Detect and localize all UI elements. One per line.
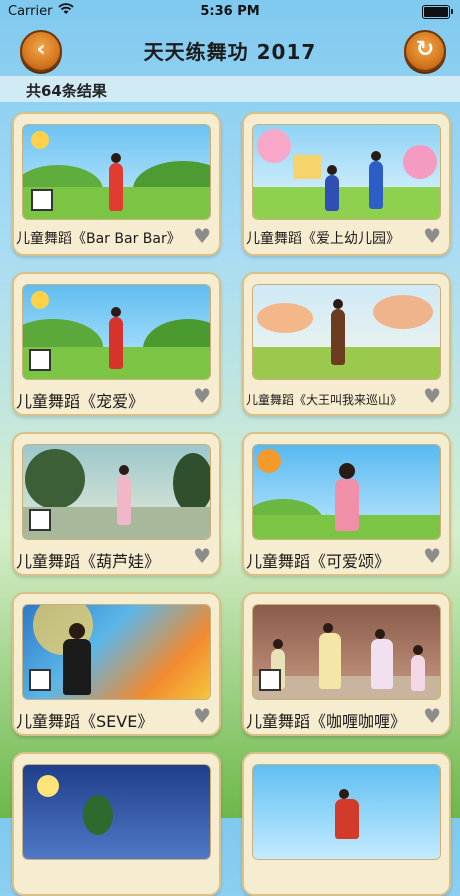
video-title: 儿童舞蹈《咖喱咖喱》 bbox=[246, 712, 407, 731]
result-count: 共64条结果 bbox=[26, 82, 107, 100]
video-thumbnail bbox=[22, 604, 211, 700]
video-card-partial[interactable] bbox=[12, 752, 221, 896]
favorite-heart-icon[interactable]: ♥ bbox=[423, 226, 441, 246]
video-card[interactable]: 儿童舞蹈《大王叫我来巡山》 ♥ bbox=[242, 272, 451, 416]
video-title: 儿童舞蹈《可爱颂》 bbox=[246, 552, 391, 571]
video-card[interactable]: 儿童舞蹈《葫芦娃》 ♥ bbox=[12, 432, 221, 576]
video-thumbnail bbox=[252, 764, 441, 860]
favorite-heart-icon[interactable]: ♥ bbox=[193, 546, 211, 566]
favorite-heart-icon[interactable]: ♥ bbox=[193, 706, 211, 726]
favorite-heart-icon[interactable]: ♥ bbox=[423, 706, 441, 726]
refresh-icon: ↻ bbox=[415, 37, 435, 62]
video-thumbnail bbox=[252, 284, 441, 380]
video-card[interactable]: 儿童舞蹈《可爱颂》 ♥ bbox=[242, 432, 451, 576]
favorite-heart-icon[interactable]: ♥ bbox=[423, 546, 441, 566]
video-thumbnail bbox=[252, 604, 441, 700]
result-count-bar: 共64条结果 bbox=[0, 76, 460, 102]
video-thumbnail bbox=[252, 124, 441, 220]
refresh-button[interactable]: ↻ bbox=[404, 30, 446, 72]
video-card[interactable]: 儿童舞蹈《宠爱》 ♥ bbox=[12, 272, 221, 416]
navigation-bar: ‹ 天天练舞功 2017 ↻ bbox=[0, 24, 460, 76]
video-title: 儿童舞蹈《宠爱》 bbox=[16, 392, 145, 411]
video-card[interactable]: 儿童舞蹈《爱上幼儿园》 ♥ bbox=[242, 112, 451, 256]
video-title: 儿童舞蹈《爱上幼儿园》 bbox=[246, 231, 400, 247]
video-card[interactable]: 儿童舞蹈《SEVE》 ♥ bbox=[12, 592, 221, 736]
video-title: 儿童舞蹈《Bar Bar Bar》 bbox=[16, 231, 181, 247]
status-bar: Carrier 5:36 PM bbox=[0, 0, 460, 24]
clock: 5:36 PM bbox=[200, 4, 260, 19]
favorite-heart-icon[interactable]: ♥ bbox=[423, 386, 441, 406]
video-title: 儿童舞蹈《葫芦娃》 bbox=[16, 552, 161, 571]
video-card[interactable]: 儿童舞蹈《Bar Bar Bar》 ♥ bbox=[12, 112, 221, 256]
video-thumbnail bbox=[22, 284, 211, 380]
video-card[interactable]: 儿童舞蹈《咖喱咖喱》 ♥ bbox=[242, 592, 451, 736]
video-thumbnail bbox=[22, 124, 211, 220]
video-card-partial[interactable] bbox=[242, 752, 451, 896]
battery-icon bbox=[422, 5, 453, 19]
favorite-heart-icon[interactable]: ♥ bbox=[193, 386, 211, 406]
favorite-heart-icon[interactable]: ♥ bbox=[193, 226, 211, 246]
video-title: 儿童舞蹈《大王叫我来巡山》 bbox=[246, 393, 403, 407]
video-title: 儿童舞蹈《SEVE》 bbox=[16, 712, 154, 731]
video-thumbnail bbox=[22, 764, 211, 860]
video-thumbnail bbox=[22, 444, 211, 540]
page-title: 天天练舞功 2017 bbox=[143, 40, 317, 64]
video-thumbnail bbox=[252, 444, 441, 540]
